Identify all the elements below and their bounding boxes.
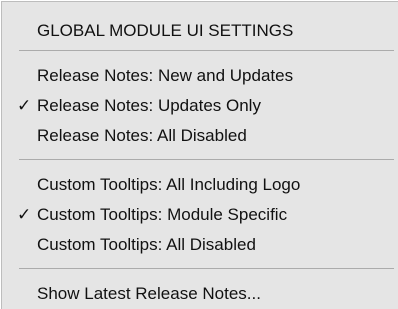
menu-item-label: Release Notes: New and Updates [37, 66, 294, 85]
menu-item-label: Custom Tooltips: All Disabled [37, 235, 256, 254]
menu-item-release-notes-new-and-updates[interactable]: Release Notes: New and Updates [2, 63, 398, 89]
menu-item-label: Release Notes: All Disabled [37, 126, 247, 145]
checkmark-icon: ✓ [17, 96, 32, 115]
menu-item-tooltips-all-disabled[interactable]: Custom Tooltips: All Disabled [2, 232, 398, 258]
menu-item-show-latest-release-notes[interactable]: Show Latest Release Notes... [2, 281, 398, 307]
menu-separator [19, 50, 394, 51]
menu-item-label: Custom Tooltips: Module Specific [37, 205, 288, 224]
menu-item-tooltips-module-specific[interactable]: ✓ Custom Tooltips: Module Specific [2, 202, 398, 228]
menu-separator [19, 268, 394, 269]
menu-header: GLOBAL MODULE UI SETTINGS [37, 21, 294, 40]
menu-item-tooltips-all-including-logo[interactable]: Custom Tooltips: All Including Logo [2, 172, 398, 198]
menu-item-label: Custom Tooltips: All Including Logo [37, 175, 301, 194]
menu-item-release-notes-all-disabled[interactable]: Release Notes: All Disabled [2, 123, 398, 149]
context-menu: GLOBAL MODULE UI SETTINGS Release Notes:… [1, 1, 398, 309]
menu-separator [19, 159, 394, 160]
menu-item-label: Show Latest Release Notes... [37, 284, 261, 303]
menu-item-label: Release Notes: Updates Only [37, 96, 261, 115]
checkmark-icon: ✓ [17, 205, 32, 224]
menu-item-release-notes-updates-only[interactable]: ✓ Release Notes: Updates Only [2, 93, 398, 119]
